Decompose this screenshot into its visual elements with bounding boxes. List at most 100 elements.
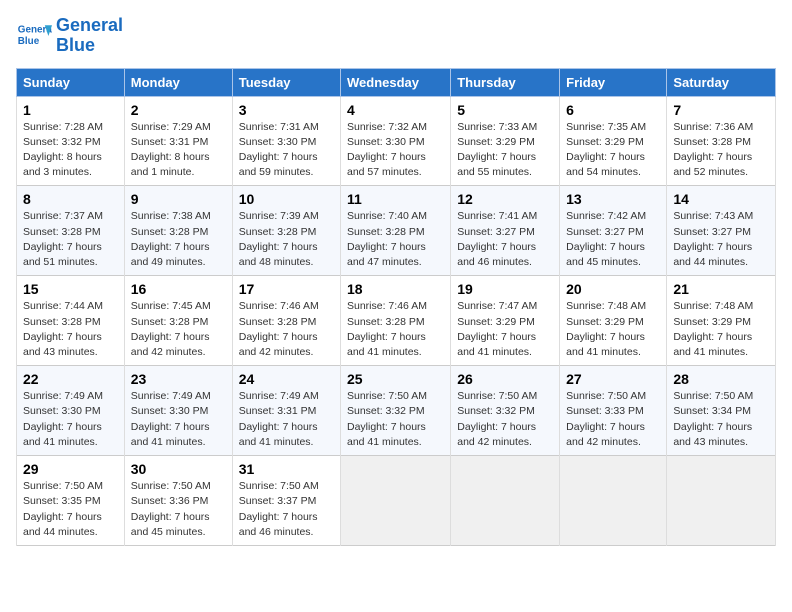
calendar-cell: 5 Sunrise: 7:33 AM Sunset: 3:29 PM Daylig… [451,96,560,186]
day-info: Sunrise: 7:38 AM Sunset: 3:28 PM Dayligh… [131,209,226,270]
day-number: 17 [239,281,334,297]
calendar-cell: 21Sunrise: 7:48 AM Sunset: 3:29 PM Dayli… [667,276,776,366]
week-row-4: 22 Sunrise: 7:49 AM Sunset: 3:30 PM Dayli… [17,366,776,456]
day-info: Sunrise: 7:46 AM Sunset: 3:28 PM Dayligh… [239,299,334,360]
day-number: 18 [347,281,444,297]
day-info: Sunrise: 7:50 AM Sunset: 3:37 PM Dayligh… [239,479,334,540]
day-number: 8 [23,191,118,207]
week-row-2: 8 Sunrise: 7:37 AM Sunset: 3:28 PM Daylig… [17,186,776,276]
calendar-cell: 10 Sunrise: 7:39 AM Sunset: 3:28 PM Dayli… [232,186,340,276]
day-info: Sunrise: 7:32 AM Sunset: 3:30 PM Dayligh… [347,120,444,181]
calendar-cell: 11 Sunrise: 7:40 AM Sunset: 3:28 PM Dayli… [341,186,451,276]
calendar-cell: 22 Sunrise: 7:49 AM Sunset: 3:30 PM Dayli… [17,366,125,456]
day-number: 16 [131,281,226,297]
column-header-wednesday: Wednesday [341,68,451,96]
calendar-cell: 27 Sunrise: 7:50 AM Sunset: 3:33 PM Dayli… [560,366,667,456]
logo-icon: General Blue [16,18,52,54]
day-info: Sunrise: 7:45 AM Sunset: 3:28 PM Dayligh… [131,299,226,360]
day-info: Sunrise: 7:40 AM Sunset: 3:28 PM Dayligh… [347,209,444,270]
day-info: Sunrise: 7:50 AM Sunset: 3:34 PM Dayligh… [673,389,769,450]
calendar-cell: 14 Sunrise: 7:43 AM Sunset: 3:27 PM Dayli… [667,186,776,276]
day-number: 2 [131,102,226,118]
day-info: Sunrise: 7:43 AM Sunset: 3:27 PM Dayligh… [673,209,769,270]
day-number: 11 [347,191,444,207]
day-info: Sunrise: 7:37 AM Sunset: 3:28 PM Dayligh… [23,209,118,270]
day-info: Sunrise: 7:49 AM Sunset: 3:30 PM Dayligh… [131,389,226,450]
calendar-cell: 7Sunrise: 7:36 AM Sunset: 3:28 PM Daylig… [667,96,776,186]
day-info: Sunrise: 7:33 AM Sunset: 3:29 PM Dayligh… [457,120,553,181]
calendar-cell: 12 Sunrise: 7:41 AM Sunset: 3:27 PM Dayli… [451,186,560,276]
week-row-3: 15 Sunrise: 7:44 AM Sunset: 3:28 PM Dayli… [17,276,776,366]
column-header-tuesday: Tuesday [232,68,340,96]
day-number: 10 [239,191,334,207]
week-row-5: 29Sunrise: 7:50 AM Sunset: 3:35 PM Dayli… [17,456,776,546]
calendar-cell: 15 Sunrise: 7:44 AM Sunset: 3:28 PM Dayli… [17,276,125,366]
day-number: 19 [457,281,553,297]
day-number: 30 [131,461,226,477]
day-info: Sunrise: 7:50 AM Sunset: 3:32 PM Dayligh… [347,389,444,450]
day-number: 25 [347,371,444,387]
day-number: 9 [131,191,226,207]
day-info: Sunrise: 7:50 AM Sunset: 3:33 PM Dayligh… [566,389,660,450]
day-info: Sunrise: 7:41 AM Sunset: 3:27 PM Dayligh… [457,209,553,270]
day-number: 31 [239,461,334,477]
day-info: Sunrise: 7:47 AM Sunset: 3:29 PM Dayligh… [457,299,553,360]
day-info: Sunrise: 7:28 AM Sunset: 3:32 PM Dayligh… [23,120,118,181]
day-info: Sunrise: 7:50 AM Sunset: 3:36 PM Dayligh… [131,479,226,540]
svg-text:Blue: Blue [18,36,40,47]
calendar-cell: 16 Sunrise: 7:45 AM Sunset: 3:28 PM Dayli… [124,276,232,366]
calendar-cell: 24 Sunrise: 7:49 AM Sunset: 3:31 PM Dayli… [232,366,340,456]
calendar-cell: 13 Sunrise: 7:42 AM Sunset: 3:27 PM Dayli… [560,186,667,276]
logo: General Blue General Blue [16,16,123,56]
day-number: 4 [347,102,444,118]
day-info: Sunrise: 7:44 AM Sunset: 3:28 PM Dayligh… [23,299,118,360]
column-header-monday: Monday [124,68,232,96]
calendar-cell: 19 Sunrise: 7:47 AM Sunset: 3:29 PM Dayli… [451,276,560,366]
day-number: 14 [673,191,769,207]
column-header-friday: Friday [560,68,667,96]
column-header-sunday: Sunday [17,68,125,96]
logo-blue: Blue [56,35,95,55]
calendar-cell: 31 Sunrise: 7:50 AM Sunset: 3:37 PM Dayli… [232,456,340,546]
day-number: 26 [457,371,553,387]
calendar-cell: 26Sunrise: 7:50 AM Sunset: 3:32 PM Dayli… [451,366,560,456]
day-info: Sunrise: 7:39 AM Sunset: 3:28 PM Dayligh… [239,209,334,270]
page-header: General Blue General Blue [16,16,776,56]
day-number: 12 [457,191,553,207]
day-info: Sunrise: 7:48 AM Sunset: 3:29 PM Dayligh… [673,299,769,360]
day-number: 6 [566,102,660,118]
day-info: Sunrise: 7:46 AM Sunset: 3:28 PM Dayligh… [347,299,444,360]
calendar-cell: 6Sunrise: 7:35 AM Sunset: 3:29 PM Daylig… [560,96,667,186]
column-header-saturday: Saturday [667,68,776,96]
calendar-cell: 28 Sunrise: 7:50 AM Sunset: 3:34 PM Dayli… [667,366,776,456]
day-number: 20 [566,281,660,297]
day-info: Sunrise: 7:42 AM Sunset: 3:27 PM Dayligh… [566,209,660,270]
calendar-cell [560,456,667,546]
day-info: Sunrise: 7:48 AM Sunset: 3:29 PM Dayligh… [566,299,660,360]
calendar-cell: 1Sunrise: 7:28 AM Sunset: 3:32 PM Daylig… [17,96,125,186]
calendar-cell [667,456,776,546]
day-number: 7 [673,102,769,118]
calendar-cell: 30 Sunrise: 7:50 AM Sunset: 3:36 PM Dayli… [124,456,232,546]
day-info: Sunrise: 7:29 AM Sunset: 3:31 PM Dayligh… [131,120,226,181]
calendar-cell [451,456,560,546]
day-number: 15 [23,281,118,297]
day-number: 28 [673,371,769,387]
calendar-cell: 9 Sunrise: 7:38 AM Sunset: 3:28 PM Daylig… [124,186,232,276]
calendar-cell: 17 Sunrise: 7:46 AM Sunset: 3:28 PM Dayli… [232,276,340,366]
header-row: SundayMondayTuesdayWednesdayThursdayFrid… [17,68,776,96]
day-number: 24 [239,371,334,387]
calendar-cell: 8 Sunrise: 7:37 AM Sunset: 3:28 PM Daylig… [17,186,125,276]
calendar-cell: 4 Sunrise: 7:32 AM Sunset: 3:30 PM Daylig… [341,96,451,186]
day-info: Sunrise: 7:31 AM Sunset: 3:30 PM Dayligh… [239,120,334,181]
day-number: 13 [566,191,660,207]
day-number: 27 [566,371,660,387]
calendar-cell: 18 Sunrise: 7:46 AM Sunset: 3:28 PM Dayli… [341,276,451,366]
day-info: Sunrise: 7:49 AM Sunset: 3:30 PM Dayligh… [23,389,118,450]
calendar-cell: 29Sunrise: 7:50 AM Sunset: 3:35 PM Dayli… [17,456,125,546]
calendar-cell: 25 Sunrise: 7:50 AM Sunset: 3:32 PM Dayli… [341,366,451,456]
logo-text: General Blue [56,16,123,56]
day-info: Sunrise: 7:49 AM Sunset: 3:31 PM Dayligh… [239,389,334,450]
day-number: 5 [457,102,553,118]
day-number: 22 [23,371,118,387]
